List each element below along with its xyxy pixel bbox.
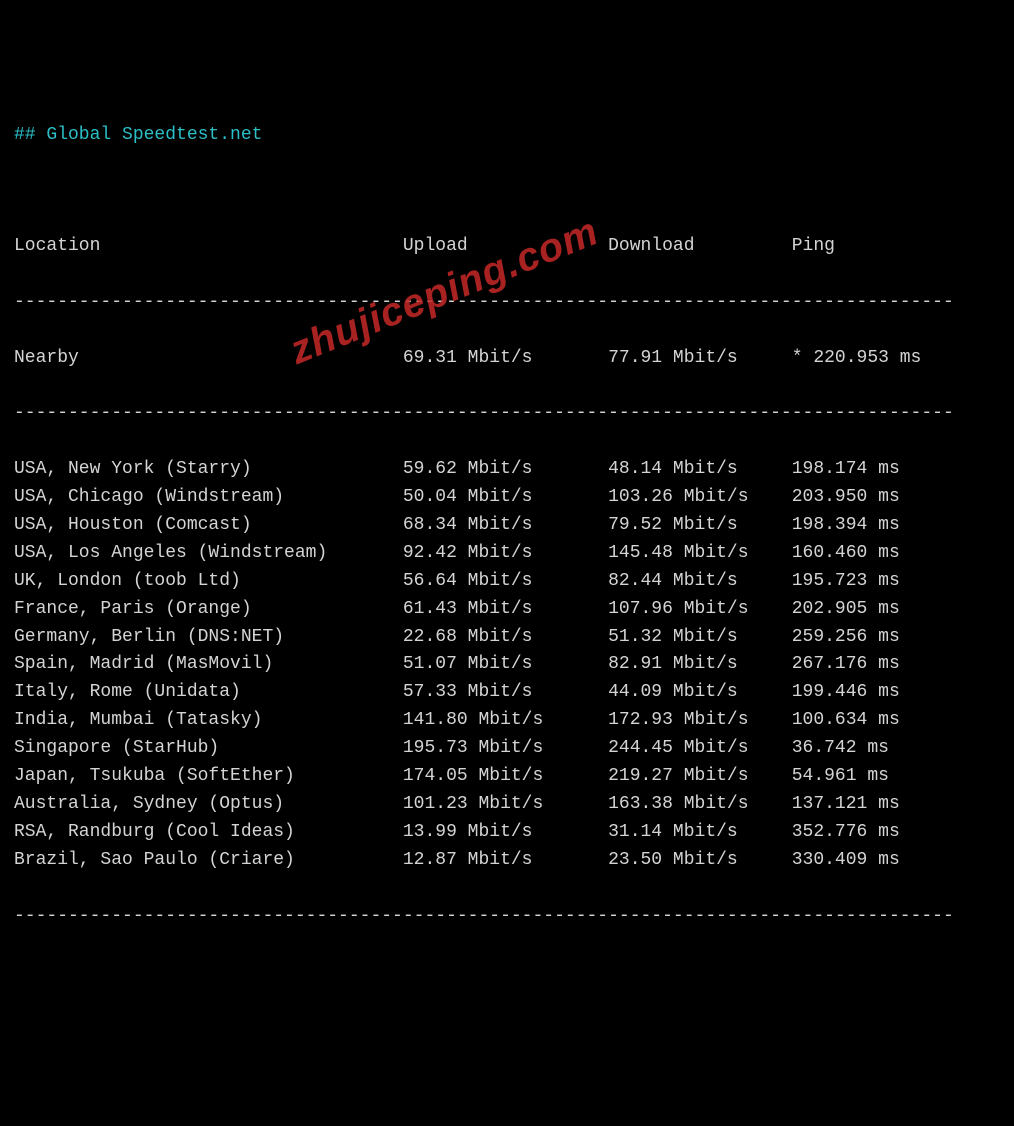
table-row: RSA, Randburg (Cool Ideas) 13.99 Mbit/s … xyxy=(14,819,1000,847)
table-row: Japan, Tsukuba (SoftEther) 174.05 Mbit/s… xyxy=(14,763,1000,791)
table-row: USA, New York (Starry) 59.62 Mbit/s 48.1… xyxy=(14,456,1000,484)
divider: ----------------------------------------… xyxy=(14,400,1000,428)
table-header: Location Upload Download Ping xyxy=(14,233,1000,261)
table-row: USA, Los Angeles (Windstream) 92.42 Mbit… xyxy=(14,540,1000,568)
blank-line xyxy=(14,177,1000,205)
section-title: ## Global Speedtest.net xyxy=(14,122,1000,150)
table-row: India, Mumbai (Tatasky) 141.80 Mbit/s 17… xyxy=(14,707,1000,735)
table-row: UK, London (toob Ltd) 56.64 Mbit/s 82.44… xyxy=(14,568,1000,596)
table-row: Spain, Madrid (MasMovil) 51.07 Mbit/s 82… xyxy=(14,651,1000,679)
divider: ----------------------------------------… xyxy=(14,289,1000,317)
divider: ----------------------------------------… xyxy=(14,903,1000,931)
table-row: USA, Houston (Comcast) 68.34 Mbit/s 79.5… xyxy=(14,512,1000,540)
table-row: Italy, Rome (Unidata) 57.33 Mbit/s 44.09… xyxy=(14,679,1000,707)
table-row: USA, Chicago (Windstream) 50.04 Mbit/s 1… xyxy=(14,484,1000,512)
table-row: Australia, Sydney (Optus) 101.23 Mbit/s … xyxy=(14,791,1000,819)
table-row: France, Paris (Orange) 61.43 Mbit/s 107.… xyxy=(14,596,1000,624)
table-row: Nearby 69.31 Mbit/s 77.91 Mbit/s * 220.9… xyxy=(14,345,1000,373)
table-row: Brazil, Sao Paulo (Criare) 12.87 Mbit/s … xyxy=(14,847,1000,875)
table-row: Singapore (StarHub) 195.73 Mbit/s 244.45… xyxy=(14,735,1000,763)
